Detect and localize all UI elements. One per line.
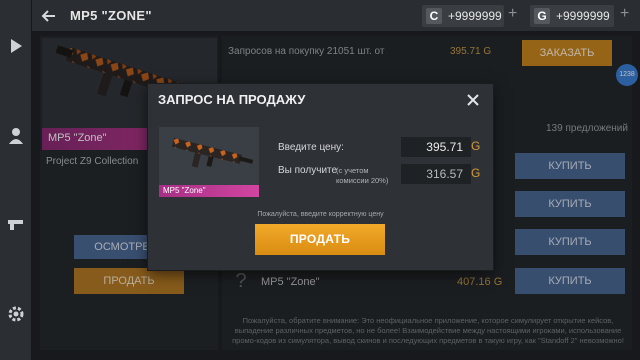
close-icon[interactable] — [466, 93, 480, 107]
commission-note: (с учетом комиссии 20%) — [336, 166, 389, 185]
sell-button[interactable]: ПРОДАТЬ — [255, 224, 385, 255]
receive-amount: 316.57 — [401, 164, 471, 184]
receive-currency: G — [471, 166, 481, 180]
price-label: Введите цену: — [278, 142, 344, 153]
gold-badge: G — [534, 8, 550, 24]
price-hint: Пожалуйста, введите корректную цену — [257, 211, 384, 218]
play-icon[interactable] — [6, 36, 26, 56]
gear-icon[interactable] — [6, 304, 26, 324]
credits-balance: C +9999999 — [422, 5, 504, 27]
add-credits-button[interactable]: + — [508, 5, 517, 23]
dialog-item-label: MP5 "Zone" — [159, 185, 259, 197]
gold-balance: G +9999999 — [530, 5, 614, 27]
dialog-item-name: MP5 "Zone" — [163, 186, 206, 195]
credits-amount: +9999999 — [448, 9, 502, 23]
credits-badge: C — [426, 8, 442, 24]
price-input[interactable]: 395.71 — [401, 137, 471, 157]
sell-request-dialog: ЗАПРОС НА ПРОДАЖУ MP5 "Zone" Введите цен… — [148, 84, 493, 270]
add-gold-button[interactable]: + — [620, 5, 629, 23]
back-arrow-icon[interactable] — [40, 7, 58, 25]
mp5-thumb-image — [171, 138, 254, 168]
pistol-icon[interactable] — [6, 214, 26, 234]
top-bar: MP5 "ZONE" C +9999999 + G +9999999 + — [32, 0, 640, 32]
page-title: MP5 "ZONE" — [70, 8, 152, 23]
side-rail — [0, 0, 32, 360]
receive-label: Вы получите — [278, 165, 338, 176]
price-currency: G — [471, 139, 481, 153]
dialog-title: ЗАПРОС НА ПРОДАЖУ — [158, 92, 306, 107]
gold-amount: +9999999 — [556, 9, 610, 23]
profile-icon[interactable] — [6, 126, 26, 146]
